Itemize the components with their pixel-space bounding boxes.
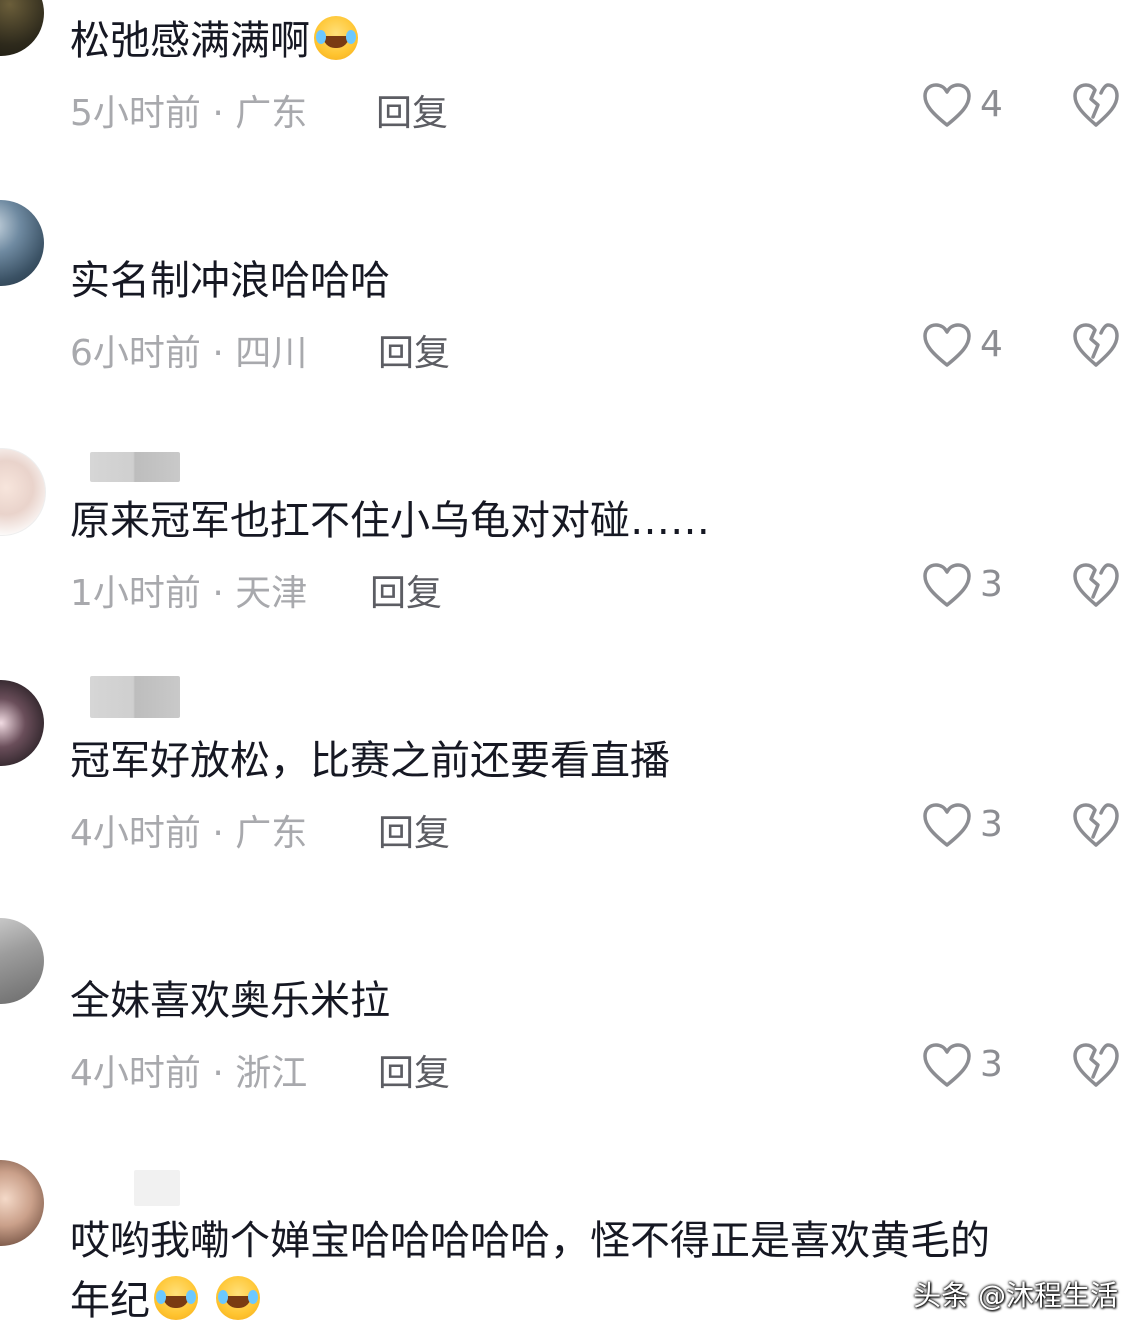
- heart-outline-icon[interactable]: [922, 83, 972, 129]
- comment-text: 原来冠军也扛不住小乌龟对对碰……: [70, 498, 710, 544]
- watermark: 头条 @沐程生活: [913, 1279, 1118, 1312]
- comment-text: 哎哟我嘞个婵宝哈哈哈哈哈，怪不得正是喜欢黄毛的: [70, 1218, 990, 1264]
- username-blurred: [90, 676, 180, 718]
- broken-heart-icon[interactable]: [1072, 323, 1120, 369]
- like-count: 3: [980, 564, 1003, 605]
- avatar[interactable]: [0, 200, 44, 286]
- avatar[interactable]: [0, 448, 46, 536]
- comment-text-line2: 年纪: [70, 1272, 260, 1330]
- comment-meta: 5小时前 · 广东: [70, 93, 308, 134]
- username-blurred: [90, 452, 180, 482]
- laugh-cry-emoji-icon: [154, 1276, 198, 1320]
- broken-heart-icon[interactable]: [1072, 1043, 1120, 1089]
- reply-button[interactable]: 回复: [378, 324, 450, 376]
- broken-heart-icon[interactable]: [1072, 83, 1120, 129]
- laugh-cry-emoji-icon: [216, 1276, 260, 1320]
- comment-meta: 6小时前 · 四川: [70, 333, 308, 374]
- reply-button[interactable]: 回复: [370, 564, 442, 616]
- comment-text: 冠军好放松，比赛之前还要看直播: [70, 738, 670, 784]
- like-count: 4: [980, 324, 1003, 365]
- broken-heart-icon[interactable]: [1072, 563, 1120, 609]
- heart-outline-icon[interactable]: [922, 1043, 972, 1089]
- username-blurred: [134, 1170, 180, 1206]
- like-count: 3: [980, 804, 1003, 845]
- heart-outline-icon[interactable]: [922, 563, 972, 609]
- like-count: 3: [980, 1044, 1003, 1085]
- comment-text: 实名制冲浪哈哈哈: [70, 258, 390, 304]
- comment-meta: 1小时前 · 天津: [70, 573, 308, 614]
- avatar[interactable]: [0, 0, 44, 56]
- heart-outline-icon[interactable]: [922, 803, 972, 849]
- comment-text: 全妹喜欢奥乐米拉: [70, 978, 390, 1024]
- avatar[interactable]: [0, 680, 44, 766]
- reply-button[interactable]: 回复: [376, 84, 448, 136]
- comment-meta: 4小时前 · 广东: [70, 813, 308, 854]
- laugh-cry-emoji-icon: [314, 16, 358, 60]
- comment-text: 松弛感满满啊: [70, 12, 358, 70]
- broken-heart-icon[interactable]: [1072, 803, 1120, 849]
- avatar[interactable]: [0, 1160, 44, 1246]
- comment-meta: 4小时前 · 浙江: [70, 1053, 308, 1094]
- heart-outline-icon[interactable]: [922, 323, 972, 369]
- avatar[interactable]: [0, 918, 44, 1004]
- reply-button[interactable]: 回复: [378, 1044, 450, 1096]
- reply-button[interactable]: 回复: [378, 804, 450, 856]
- like-count: 4: [980, 84, 1003, 125]
